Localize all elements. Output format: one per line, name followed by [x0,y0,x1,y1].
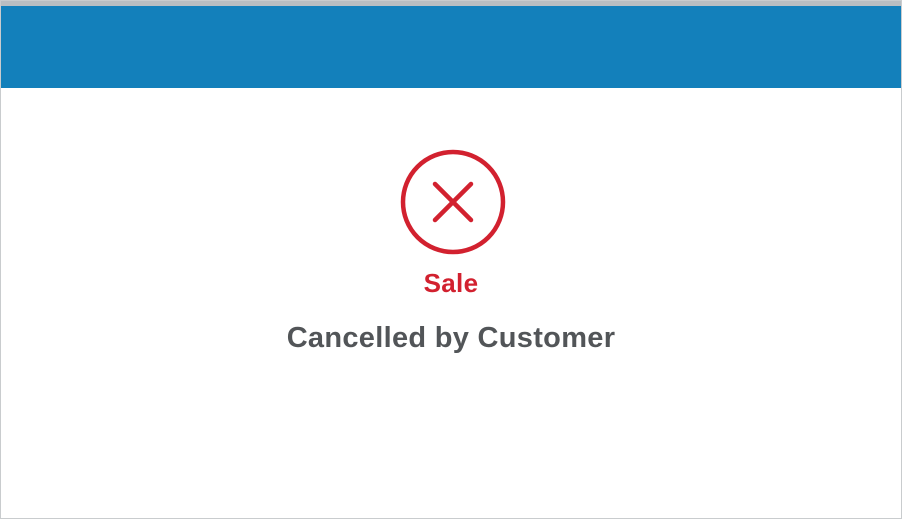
payment-status-screen: Sale Cancelled by Customer [0,0,902,519]
transaction-type-label: Sale [423,268,479,298]
header-bar [1,6,901,88]
cancel-circle-icon [398,147,508,257]
status-message: Cancelled by Customer [286,322,616,354]
status-panel: Sale Cancelled by Customer [1,88,901,518]
